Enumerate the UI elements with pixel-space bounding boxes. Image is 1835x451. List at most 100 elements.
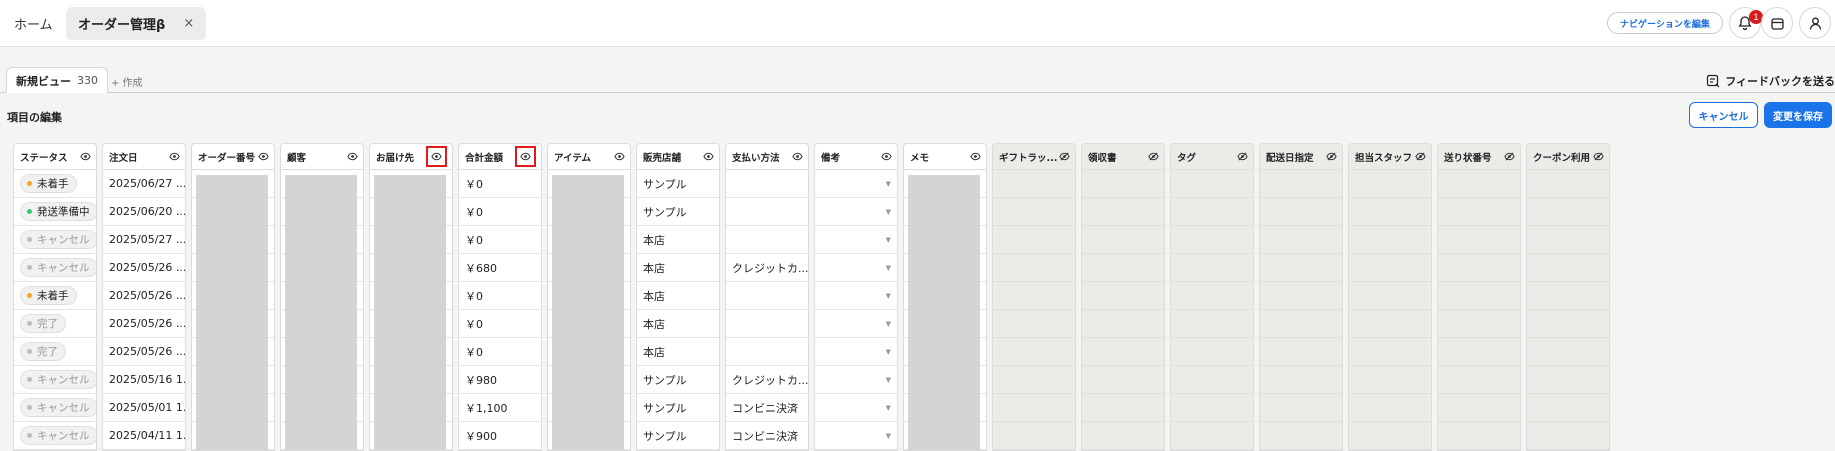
column-3[interactable]: 顧客 [280, 143, 364, 451]
tab-home[interactable]: ホーム [14, 14, 53, 33]
column-header[interactable]: ギフトラッ... [993, 144, 1075, 170]
column-header[interactable]: 配送日指定 [1260, 144, 1342, 170]
column-1[interactable]: 注文日 2025/06/27 ... 2025/06/20 ... 2025/05/2… [102, 143, 186, 451]
eye-icon[interactable] [258, 151, 269, 162]
column-header[interactable]: 販売店舗 [637, 144, 719, 170]
chevron-down-icon[interactable]: ▼ [886, 236, 891, 244]
table-cell: サンプル [637, 198, 719, 226]
column-header[interactable]: アイテム [548, 144, 630, 170]
table-cell [1171, 422, 1253, 450]
status-label: 発送準備中 [37, 206, 90, 218]
save-changes-button[interactable]: 変更を保存 [1764, 102, 1832, 128]
table-cell: ▼ [815, 338, 897, 366]
column-header[interactable]: 注文日 [103, 144, 185, 170]
column-8[interactable]: 支払い方法 クレジットカ... クレジットカ... コンビニ決済 コンビニ決済 [725, 143, 809, 451]
chevron-down-icon[interactable]: ▼ [886, 404, 891, 412]
eye-icon[interactable] [792, 151, 803, 162]
column-header[interactable]: 備考 [815, 144, 897, 170]
cancel-button[interactable]: キャンセル [1689, 102, 1758, 128]
eye-icon[interactable] [970, 151, 981, 162]
column-14[interactable]: 配送日指定 [1259, 143, 1343, 451]
column-header[interactable]: 顧客 [281, 144, 363, 170]
column-header[interactable]: 支払い方法 [726, 144, 808, 170]
column-header[interactable]: ステータス [14, 144, 96, 170]
column-11[interactable]: ギフトラッ... [992, 143, 1076, 451]
column-7[interactable]: 販売店舗 サンプル サンプル 本店 本店 本店 本店 本店 サンプル サンプル サンプル [636, 143, 720, 451]
column-12[interactable]: 領収書 [1081, 143, 1165, 451]
chevron-down-icon[interactable]: ▼ [886, 432, 891, 440]
column-header-label: 備考 [821, 152, 841, 164]
column-15[interactable]: 担当スタッフ [1348, 143, 1432, 451]
status-label: 完了 [37, 346, 58, 358]
cell-value: 2025/04/11 1... [109, 429, 185, 442]
column-header[interactable]: 担当スタッフ [1349, 144, 1431, 170]
eye-off-icon[interactable] [1593, 151, 1604, 162]
column-9[interactable]: 備考 ▼ ▼ ▼ ▼ ▼ ▼ ▼ ▼ ▼ ▼ [814, 143, 898, 451]
table-cell: ▼ [815, 310, 897, 338]
table-cell [726, 310, 808, 338]
eye-icon[interactable] [80, 151, 91, 162]
column-header[interactable]: オーダー番号 [192, 144, 274, 170]
cell-value: コンビニ決済 [732, 429, 798, 443]
close-tab-icon[interactable]: × [183, 16, 194, 31]
eye-icon[interactable] [426, 146, 447, 167]
column-header[interactable]: 合計金額 [459, 144, 541, 170]
eye-icon[interactable] [169, 151, 180, 162]
eye-off-icon[interactable] [1415, 151, 1426, 162]
table-cell [1349, 310, 1431, 338]
table-cell [1438, 226, 1520, 254]
column-6[interactable]: アイテム [547, 143, 631, 451]
column-header-label: タグ [1177, 152, 1197, 164]
eye-icon[interactable] [614, 151, 625, 162]
table-cell [1438, 366, 1520, 394]
eye-icon[interactable] [347, 151, 358, 162]
calendar-button[interactable] [1761, 7, 1793, 39]
eye-icon[interactable] [515, 146, 536, 167]
chevron-down-icon[interactable]: ▼ [886, 376, 891, 384]
account-button[interactable] [1799, 7, 1831, 39]
column-header[interactable]: クーポン利用 [1527, 144, 1609, 170]
table-cell [1171, 198, 1253, 226]
edit-navigation-button[interactable]: ナビゲーションを編集 [1607, 12, 1723, 34]
cell-value: 2025/05/16 1... [109, 373, 185, 386]
chevron-down-icon[interactable]: ▼ [886, 292, 891, 300]
column-13[interactable]: タグ [1170, 143, 1254, 451]
column-5[interactable]: 合計金額 ￥0 ￥0 ￥0 ￥680 ￥0 ￥0 ￥0 ￥980 ￥1,100 ￥900 [458, 143, 542, 451]
chevron-down-icon[interactable]: ▼ [886, 348, 891, 356]
eye-off-icon[interactable] [1059, 151, 1070, 162]
column-10[interactable]: メモ [903, 143, 987, 451]
chevron-down-icon[interactable]: ▼ [886, 264, 891, 272]
cell-value: ￥0 [465, 289, 483, 303]
column-header[interactable]: 領収書 [1082, 144, 1164, 170]
table-cell [1527, 394, 1609, 422]
eye-off-icon[interactable] [1504, 151, 1515, 162]
column-header[interactable]: タグ [1171, 144, 1253, 170]
chevron-down-icon[interactable]: ▼ [886, 320, 891, 328]
notification-button[interactable]: 1 [1729, 7, 1763, 39]
chevron-down-icon[interactable]: ▼ [886, 180, 891, 188]
tab-order-management[interactable]: オーダー管理β × [66, 7, 207, 40]
column-header[interactable]: メモ [904, 144, 986, 170]
column-2[interactable]: オーダー番号 [191, 143, 275, 451]
eye-off-icon[interactable] [1148, 151, 1159, 162]
column-header[interactable]: 送り状番号 [1438, 144, 1520, 170]
table-cell [1171, 338, 1253, 366]
eye-off-icon[interactable] [1326, 151, 1337, 162]
view-tab-new[interactable]: 新規ビュー 330 [6, 67, 108, 93]
send-feedback-button[interactable]: フィードバックを送る [1706, 73, 1835, 89]
table-cell [1438, 394, 1520, 422]
status-badge: キャンセル [20, 230, 96, 249]
eye-icon[interactable] [703, 151, 714, 162]
column-16[interactable]: 送り状番号 [1437, 143, 1521, 451]
cell-value: サンプル [643, 205, 687, 219]
column-0[interactable]: ステータス 未着手 発送準備中 キャンセル キャンセル 未着手 完了 完了 キャンセル キャンセル… [13, 143, 97, 451]
column-17[interactable]: クーポン利用 [1526, 143, 1610, 451]
cell-value: 2025/06/27 ... [109, 177, 185, 190]
eye-off-icon[interactable] [1237, 151, 1248, 162]
column-header[interactable]: お届け先 [370, 144, 452, 170]
chevron-down-icon[interactable]: ▼ [886, 208, 891, 216]
eye-icon[interactable] [881, 151, 892, 162]
table-cell [726, 226, 808, 254]
add-view-button[interactable]: + 作成 [111, 74, 143, 89]
column-4[interactable]: お届け先 [369, 143, 453, 451]
